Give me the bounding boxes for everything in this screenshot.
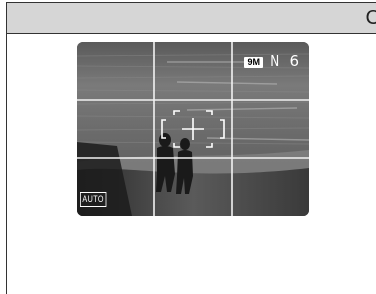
quality-indicator: N bbox=[270, 52, 279, 70]
image-size-badge: 9M bbox=[244, 57, 263, 68]
shots-remaining: 6 bbox=[289, 52, 299, 70]
header-tab-marker: C bbox=[365, 7, 376, 29]
header-bar: C bbox=[6, 2, 376, 34]
auto-mode-badge: AUTO bbox=[80, 192, 107, 207]
camera-viewfinder: 9M N 6 AUTO bbox=[77, 42, 309, 216]
